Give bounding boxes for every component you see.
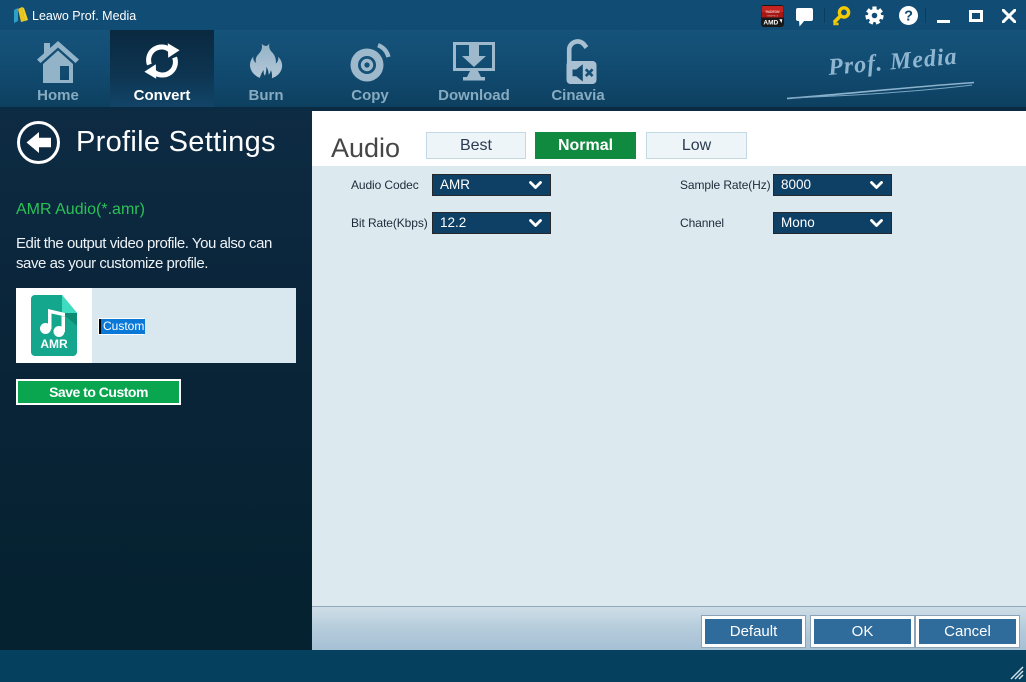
svg-text:AMR: AMR [40,337,68,351]
svg-text:RADEON: RADEON [766,10,781,14]
svg-text:AMD: AMD [763,20,778,27]
svg-text:GRAPHICS: GRAPHICS [767,15,779,18]
svg-text:?: ? [904,9,913,25]
